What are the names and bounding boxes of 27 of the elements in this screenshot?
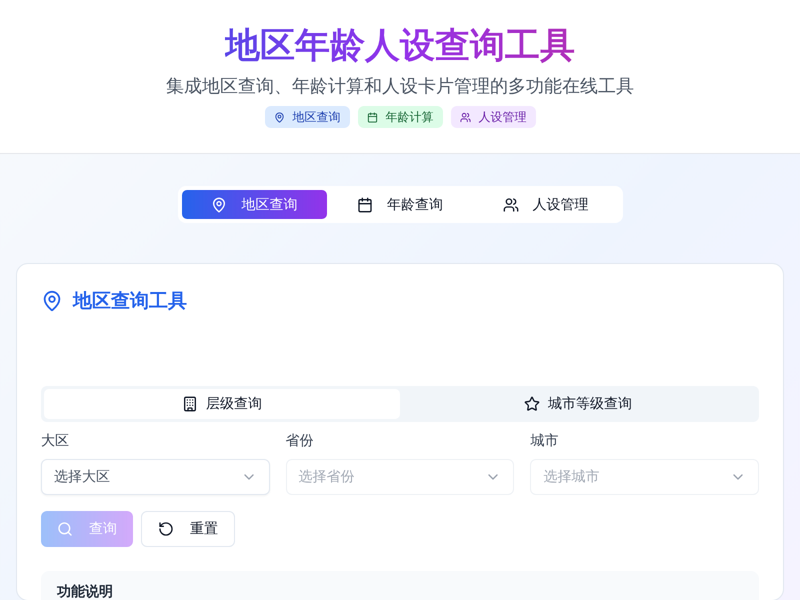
field-label: 大区: [41, 432, 70, 450]
rotate-icon: [158, 521, 174, 537]
subtab[interactable]: 层级查询: [44, 389, 400, 419]
calendar-icon: [357, 196, 373, 212]
feature-badge: 人设管理: [450, 106, 536, 128]
card-title: 地区查询工具: [73, 289, 187, 314]
tab[interactable]: 地区查询: [182, 190, 328, 219]
page-subtitle: 集成地区查询、年龄计算和人设卡片管理的多功能在线工具: [166, 75, 634, 99]
map-pin-icon: [41, 290, 63, 312]
map-pin-icon: [211, 196, 228, 212]
info-title: 功能说明: [57, 583, 114, 600]
field-label: 城市: [530, 432, 560, 450]
reset-button[interactable]: 重置: [141, 511, 235, 547]
users-icon: [460, 112, 470, 122]
search-icon: [57, 521, 73, 537]
map-pin-icon: [274, 112, 284, 122]
tab[interactable]: 年龄查询: [327, 190, 473, 219]
select-field[interactable]: 选择大区: [41, 459, 270, 495]
subtab[interactable]: 城市等级查询: [400, 389, 756, 419]
calendar-icon: [366, 112, 378, 122]
tab[interactable]: 人设管理: [472, 190, 619, 219]
feature-badge: 年龄计算: [358, 106, 442, 128]
star-icon: [524, 396, 540, 412]
users-icon: [502, 196, 519, 212]
field-label: 省份: [286, 432, 315, 450]
building-icon: [182, 396, 198, 412]
feature-badge: 地区查询: [264, 106, 350, 128]
